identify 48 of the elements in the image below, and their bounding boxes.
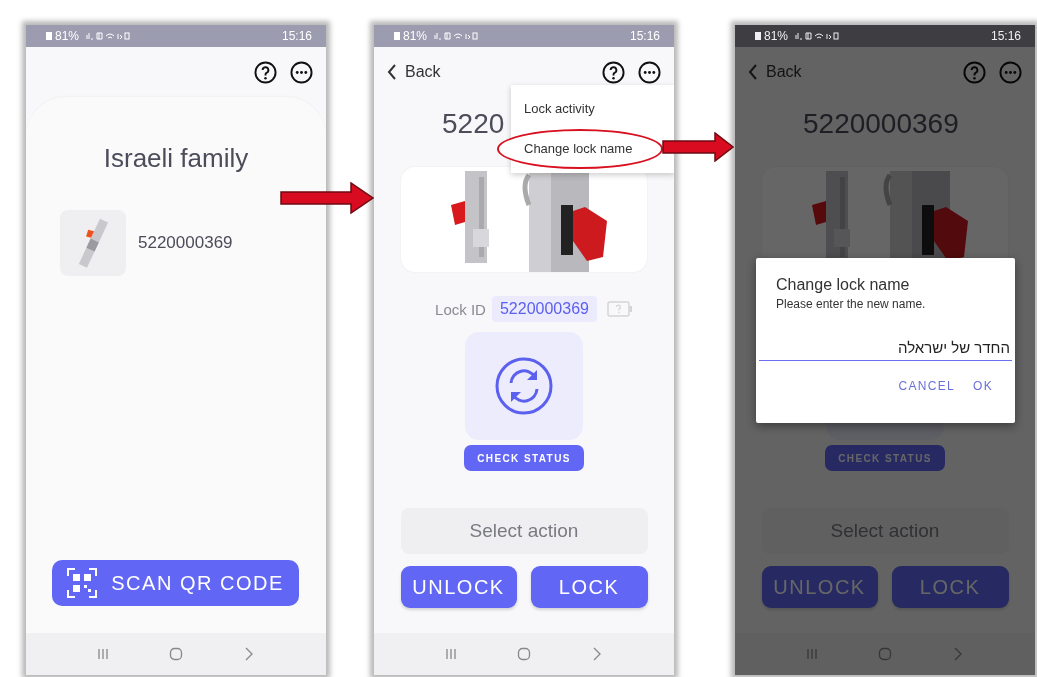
- home-icon[interactable]: [169, 647, 183, 661]
- home-icon[interactable]: [517, 647, 531, 661]
- check-status-button[interactable]: CHECK STATUS: [464, 445, 584, 471]
- help-icon[interactable]: [602, 60, 625, 84]
- lock-title: 5220000369: [803, 107, 959, 141]
- battery-icon: [394, 32, 400, 40]
- more-icon[interactable]: [638, 60, 661, 84]
- battery-percent: 81%: [55, 29, 80, 43]
- lock-thumbnail[interactable]: [60, 210, 126, 276]
- lock-name[interactable]: 5220000369: [138, 233, 233, 253]
- recent-apps-icon[interactable]: [95, 647, 110, 661]
- status-icons: [795, 32, 842, 40]
- back-button[interactable]: Back: [387, 63, 441, 81]
- action-button[interactable]: LOCK: [530, 566, 648, 608]
- menu-item[interactable]: Lock activity: [511, 89, 674, 129]
- name-input-field[interactable]: החדר של ישראלה: [759, 337, 1012, 361]
- status-tile[interactable]: [465, 332, 583, 440]
- chevron-left-icon: [748, 64, 758, 80]
- battery-percent: 81%: [403, 29, 428, 43]
- select-action-field[interactable]: Select action: [400, 508, 648, 554]
- dialog-button[interactable]: OK: [969, 375, 997, 397]
- clock-time: 15:16: [990, 29, 1021, 43]
- home-icon[interactable]: [878, 647, 892, 661]
- status-icons: [434, 32, 481, 40]
- lock-id-value: 5220000369: [491, 296, 597, 322]
- battery-icon: [46, 32, 52, 40]
- qr-code-icon: [67, 568, 98, 598]
- recent-apps-icon[interactable]: [443, 647, 458, 661]
- lock-id-label: Lock ID: [435, 300, 486, 318]
- clock-time: 15:16: [629, 29, 660, 43]
- more-icon[interactable]: [290, 60, 313, 84]
- chevron-left-icon: [387, 64, 397, 80]
- dialog-message: Please enter the new name.: [776, 297, 927, 311]
- clock-time: 15:16: [281, 29, 312, 43]
- battery-percent: 81%: [764, 29, 789, 43]
- recent-apps-icon[interactable]: [804, 647, 819, 661]
- scan-qr-button[interactable]: SCAN QR CODE: [52, 560, 299, 606]
- sync-icon: [494, 356, 554, 416]
- dialog-button[interactable]: CANCEL: [894, 375, 960, 397]
- group-title: Israeli family: [102, 142, 250, 174]
- pointer-arrow: [662, 132, 734, 162]
- back-button[interactable]: Back: [748, 63, 802, 81]
- dialog-title: Change lock name: [776, 276, 911, 294]
- battery-icon: [755, 32, 761, 40]
- status-icons: [86, 32, 133, 40]
- action-button[interactable]: UNLOCK: [400, 566, 517, 608]
- help-icon[interactable]: [254, 60, 277, 84]
- battery-unknown-icon: [606, 301, 633, 317]
